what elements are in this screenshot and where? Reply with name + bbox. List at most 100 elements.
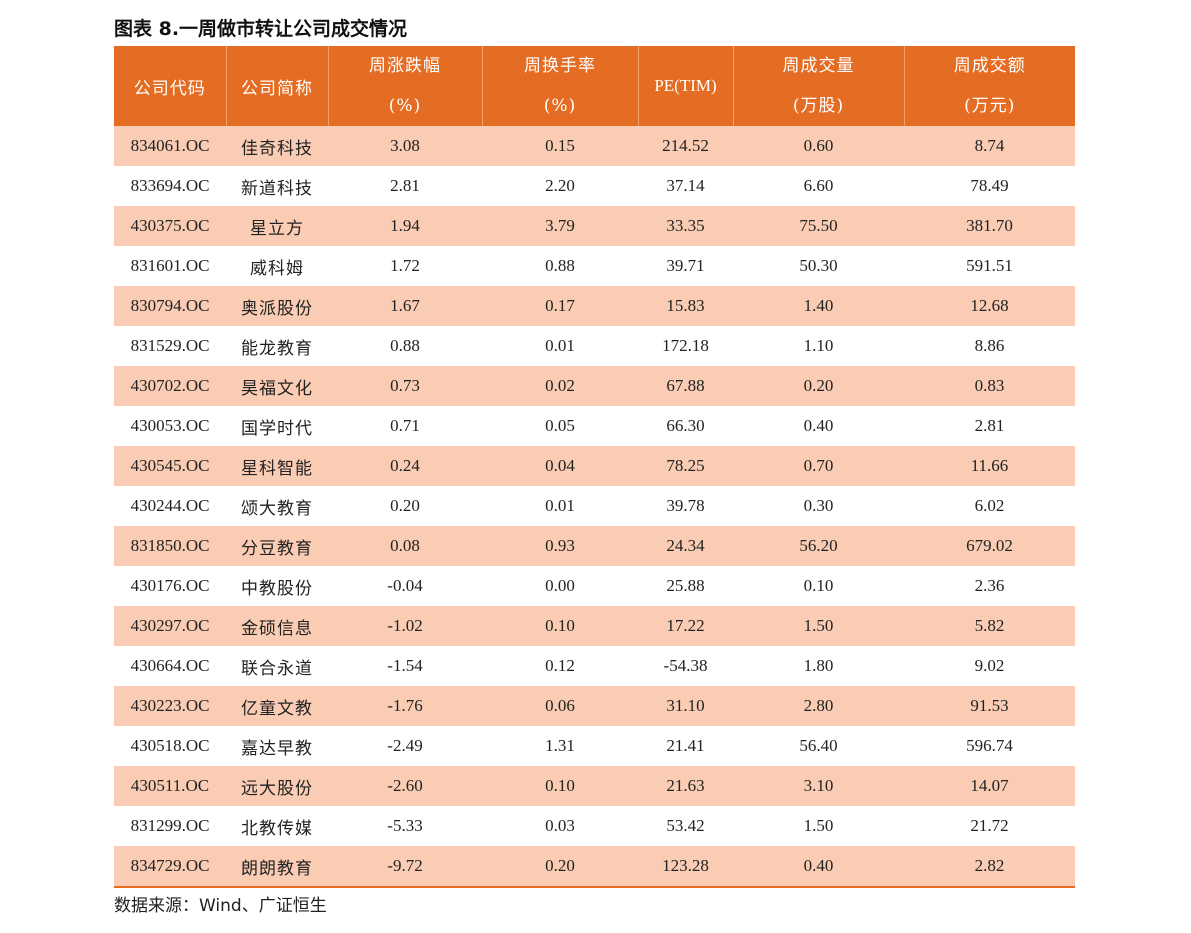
cell-pe: 66.30: [666, 416, 705, 435]
cell-code: 831601.OC: [130, 256, 210, 275]
cell-turnover: 0.02: [482, 366, 638, 406]
cell-pe: 21.63: [638, 766, 733, 806]
cell-pe: 67.88: [638, 366, 733, 406]
cell-pe: 214.52: [638, 126, 733, 166]
cell-name: 新道科技: [241, 178, 313, 199]
table-row: 833694.OC 新道科技 2.81 2.20 37.14 6.60 78.49: [114, 166, 1075, 206]
cell-turnover: 0.06: [482, 686, 638, 726]
cell-amount: 679.02: [904, 526, 1075, 566]
cell-name: 威科姆: [250, 258, 304, 279]
cell-volume: 1.40: [733, 286, 904, 326]
cell-pe: 78.25: [638, 446, 733, 486]
cell-volume: 1.10: [803, 336, 834, 355]
cell-code: 430297.OC: [114, 606, 226, 646]
table-row: 834061.OC 佳奇科技 3.08 0.15 214.52 0.60 8.74: [114, 126, 1075, 166]
cell-turnover: 0.00: [545, 576, 575, 595]
cell-volume: 0.30: [803, 496, 834, 515]
cell-name: 佳奇科技: [226, 126, 328, 166]
table-title: 图表 8.一周做市转让公司成交情况: [114, 18, 408, 40]
cell-change: 0.71: [390, 416, 420, 435]
cell-amount: 381.70: [904, 206, 1075, 246]
cell-amount: 91.53: [904, 686, 1075, 726]
cell-code: 430702.OC: [114, 366, 226, 406]
cell-name: 分豆教育: [226, 526, 328, 566]
cell-amount: 2.82: [904, 846, 1075, 888]
cell-name: 朗朗教育: [226, 846, 328, 888]
cell-turnover: 0.05: [545, 416, 575, 435]
data-source-note: 数据来源：Wind、广证恒生: [114, 896, 327, 916]
header-code: 公司代码: [114, 46, 227, 126]
cell-change: -9.72: [328, 846, 482, 888]
cell-volume: 0.20: [733, 366, 904, 406]
cell-name: 亿童文教: [226, 686, 328, 726]
cell-name: 昊福文化: [226, 366, 328, 406]
cell-turnover: 0.10: [482, 606, 638, 646]
cell-code: 430244.OC: [130, 496, 210, 515]
cell-amount: 8.86: [974, 336, 1005, 355]
cell-pe: 15.83: [638, 286, 733, 326]
cell-amount: 14.07: [904, 766, 1075, 806]
cell-pe: 53.42: [666, 816, 705, 835]
header-turnover: 周换手率 (%): [482, 46, 639, 126]
cell-name: 国学时代: [241, 418, 313, 439]
cell-amount: 6.02: [974, 496, 1005, 515]
cell-code: 430664.OC: [130, 656, 210, 675]
cell-amount: 2.36: [974, 576, 1005, 595]
cell-turnover: 0.01: [545, 336, 575, 355]
cell-change: 0.08: [328, 526, 482, 566]
cell-change: 0.20: [390, 496, 420, 515]
table-body: 834061.OC 佳奇科技 3.08 0.15 214.52 0.60 8.74 83369…: [114, 126, 1075, 888]
table-row: 430297.OC 金硕信息 -1.02 0.10 17.22 1.50 5.82: [114, 606, 1075, 646]
cell-code: 831529.OC: [130, 336, 210, 355]
cell-amount: 8.74: [904, 126, 1075, 166]
cell-name: 颂大教育: [241, 498, 313, 519]
cell-pe: -54.38: [663, 656, 708, 675]
cell-change: 2.81: [390, 176, 420, 195]
cell-change: -0.04: [387, 576, 423, 595]
cell-code: 834729.OC: [114, 846, 226, 888]
cell-turnover: 0.93: [482, 526, 638, 566]
cell-turnover: 0.03: [545, 816, 575, 835]
cell-turnover: 0.17: [482, 286, 638, 326]
table-row: 430244.OC 颂大教育 0.20 0.01 39.78 0.30 6.02: [114, 486, 1075, 526]
cell-name: 北教传媒: [241, 818, 313, 839]
cell-code: 430545.OC: [114, 446, 226, 486]
cell-volume: 0.70: [733, 446, 904, 486]
cell-change: -1.76: [328, 686, 482, 726]
cell-name: 星科智能: [226, 446, 328, 486]
cell-name: 嘉达早教: [241, 738, 313, 759]
cell-volume: 56.40: [799, 736, 838, 755]
cell-name: 联合永道: [241, 658, 313, 679]
cell-turnover: 3.79: [482, 206, 638, 246]
header-volume: 周成交量 (万股): [733, 46, 905, 126]
cell-turnover: 1.31: [545, 736, 575, 755]
cell-name: 奥派股份: [226, 286, 328, 326]
cell-change: 0.24: [328, 446, 482, 486]
cell-pe: 39.78: [666, 496, 705, 515]
table-row: 831529.OC 能龙教育 0.88 0.01 172.18 1.10 8.86: [114, 326, 1075, 366]
cell-code: 831850.OC: [114, 526, 226, 566]
cell-amount: 5.82: [904, 606, 1075, 646]
cell-name: 金硕信息: [226, 606, 328, 646]
header-name: 公司简称: [226, 46, 329, 126]
cell-amount: 78.49: [970, 176, 1009, 195]
header-amount: 周成交额 (万元): [904, 46, 1075, 126]
cell-code: 430176.OC: [130, 576, 210, 595]
cell-change: 1.72: [390, 256, 420, 275]
cell-amount: 21.72: [970, 816, 1009, 835]
table-row: 430545.OC 星科智能 0.24 0.04 78.25 0.70 11.66: [114, 446, 1075, 486]
cell-pe: 21.41: [666, 736, 705, 755]
cell-volume: 75.50: [733, 206, 904, 246]
cell-amount: 12.68: [904, 286, 1075, 326]
cell-code: 430511.OC: [114, 766, 226, 806]
cell-change: -1.02: [328, 606, 482, 646]
cell-turnover: 0.12: [545, 656, 575, 675]
cell-turnover: 2.20: [545, 176, 575, 195]
cell-change: -5.33: [387, 816, 423, 835]
cell-turnover: 0.88: [545, 256, 575, 275]
cell-volume: 50.30: [799, 256, 838, 275]
table-row: 430375.OC 星立方 1.94 3.79 33.35 75.50 381.70: [114, 206, 1075, 246]
cell-name: 远大股份: [226, 766, 328, 806]
cell-volume: 0.40: [803, 416, 834, 435]
cell-volume: 1.50: [803, 816, 834, 835]
